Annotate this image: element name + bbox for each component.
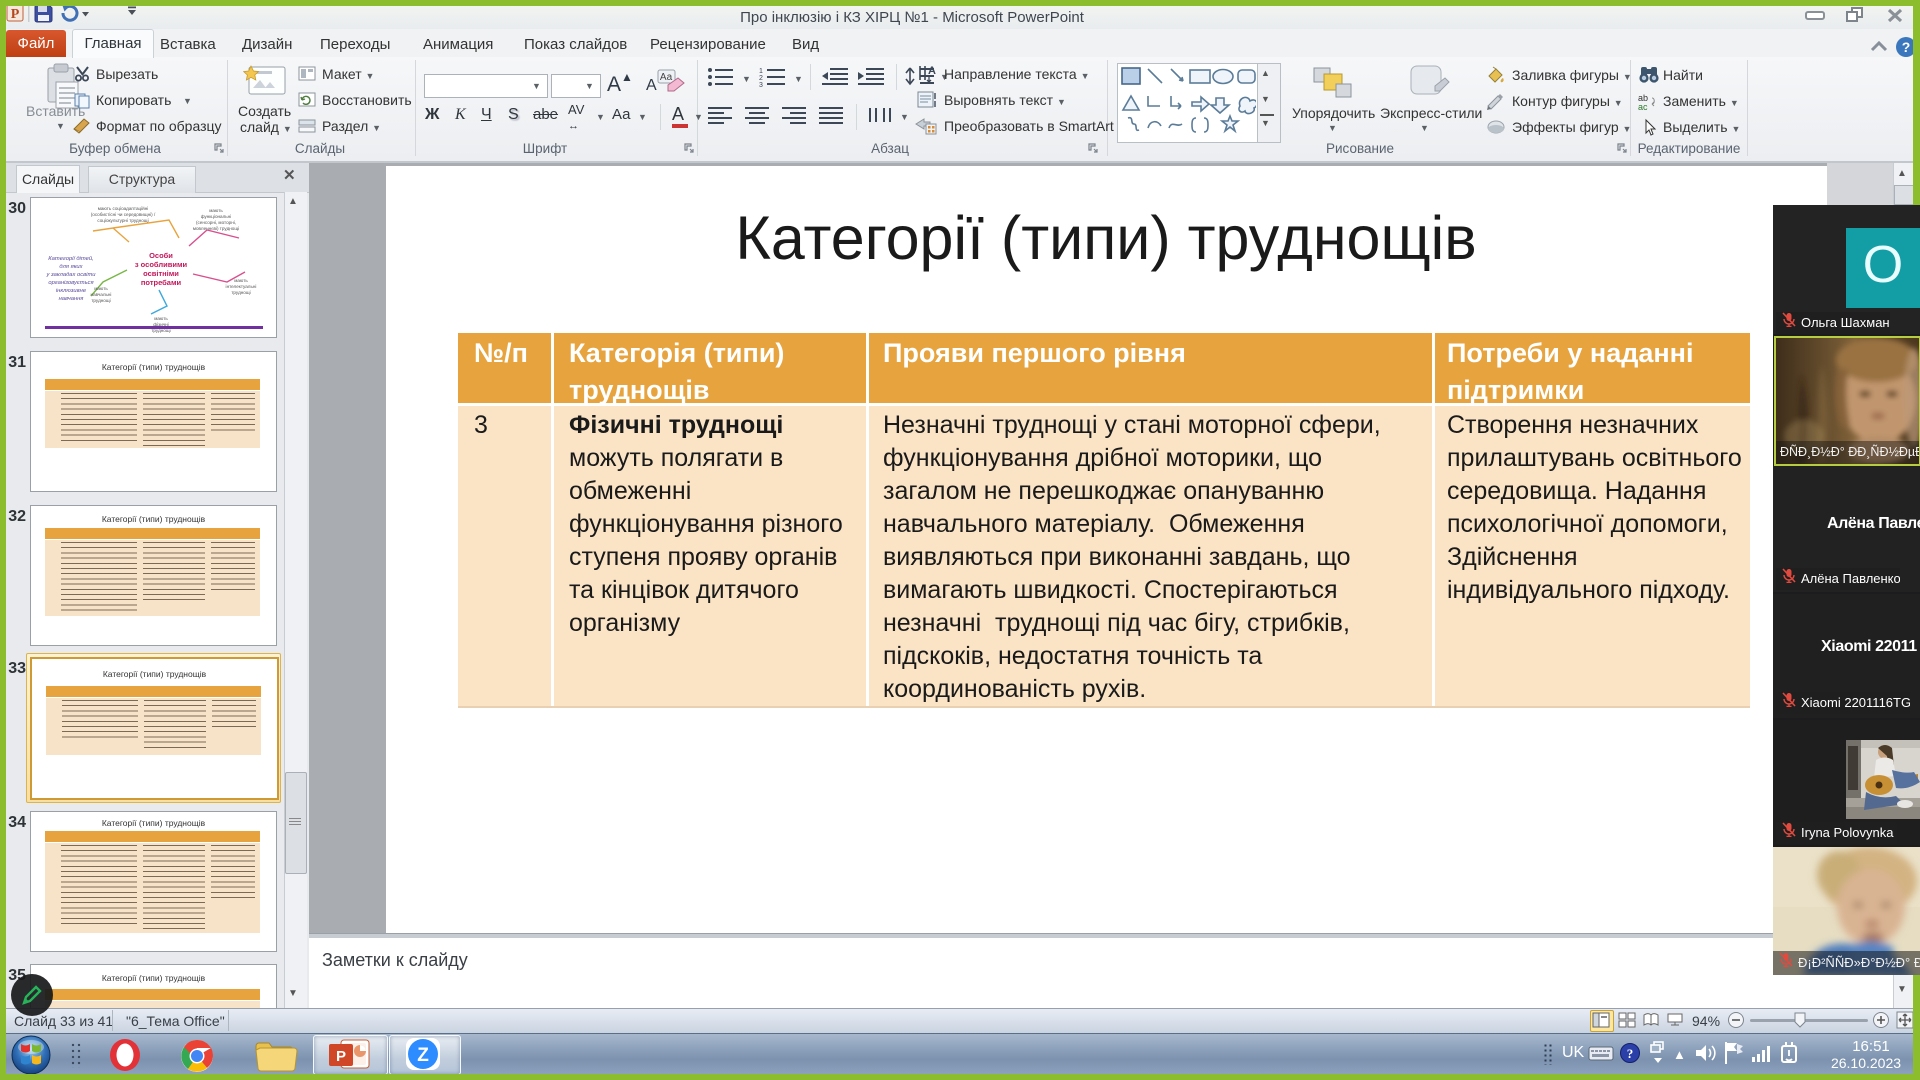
svg-text:?: ? (1902, 39, 1911, 55)
svg-text:2: 2 (759, 75, 763, 82)
svg-text:для яких: для яких (59, 264, 83, 270)
svg-text:організовується: організовується (48, 280, 93, 286)
svg-text:мовленнєві) труднощі: мовленнєві) труднощі (193, 226, 239, 231)
svg-text:Аа: Аа (660, 72, 673, 83)
svg-text:труднощі: труднощі (91, 298, 110, 303)
svg-text:соціокультурні труднощі: соціокультурні труднощі (97, 218, 148, 223)
svg-text:у закладах освіти: у закладах освіти (45, 272, 96, 278)
svg-text:потребами: потребами (141, 278, 182, 287)
svg-text:A: A (928, 65, 936, 77)
svg-text:P: P (336, 1048, 346, 1065)
svg-text:мають: мають (94, 286, 108, 291)
svg-text:Z: Z (417, 1045, 429, 1066)
svg-text:(особистісні чи середовищні) /: (особистісні чи середовищні) / (91, 212, 156, 217)
svg-text:1: 1 (759, 68, 763, 75)
svg-text:мають: мають (209, 208, 223, 213)
svg-text:Категорії дітей,: Категорії дітей, (48, 255, 94, 262)
svg-text:(сенсорні, моторні,: (сенсорні, моторні, (196, 220, 236, 225)
svg-text:інтелектуальні: інтелектуальні (226, 284, 257, 289)
svg-text:освітніми: освітніми (143, 269, 179, 278)
svg-text:навчальні: навчальні (91, 292, 112, 297)
svg-text:мають соціоадаптаційні: мають соціоадаптаційні (98, 205, 149, 211)
svg-text:мають: мають (154, 316, 168, 321)
svg-text:Особи: Особи (149, 251, 173, 260)
svg-text:ac: ac (1638, 102, 1648, 110)
svg-text:3: 3 (759, 82, 763, 88)
svg-text:мають: мають (234, 278, 248, 283)
svg-text:навчання: навчання (59, 296, 84, 302)
svg-text:інклюзивне: інклюзивне (56, 288, 87, 294)
svg-text:?: ? (1627, 1046, 1634, 1061)
svg-text:труднощі: труднощі (231, 290, 250, 295)
svg-text:з особливими: з особливими (135, 260, 188, 269)
svg-text:функціональні: функціональні (201, 214, 232, 219)
svg-text:P: P (11, 7, 20, 22)
